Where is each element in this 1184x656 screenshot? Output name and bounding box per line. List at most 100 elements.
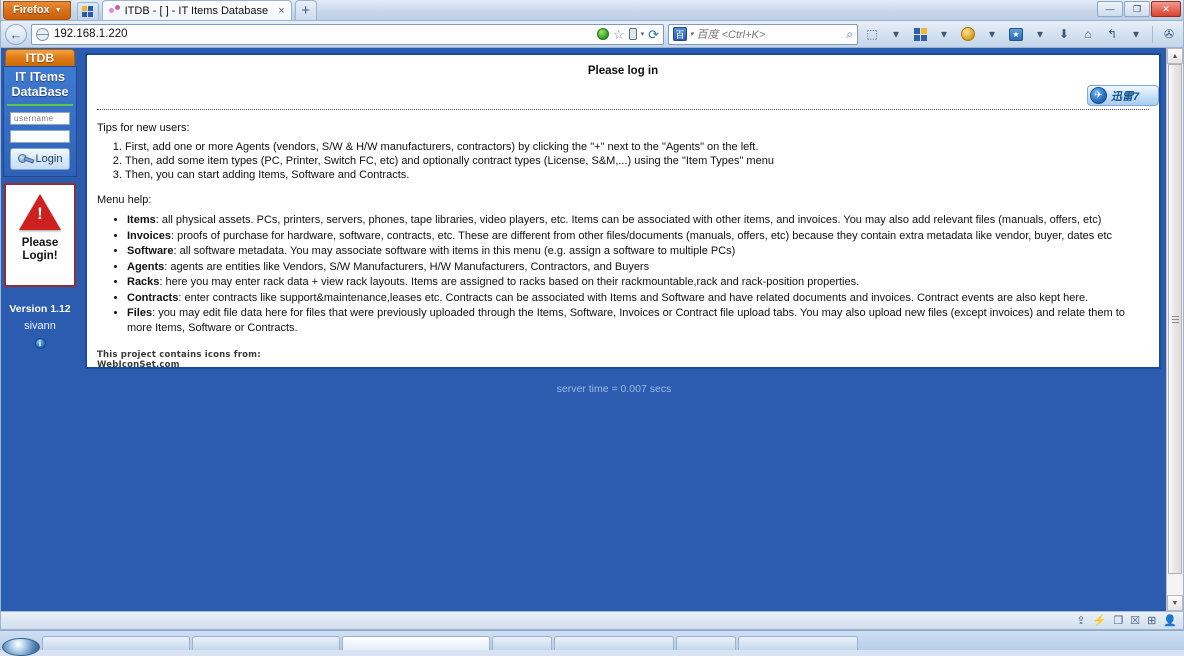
term: Invoices: [127, 230, 171, 242]
list-item: Invoices: proofs of purchase for hardwar…: [127, 229, 1149, 244]
page-title: Please log in: [97, 65, 1149, 77]
chevron-down-icon-1[interactable]: ▾: [886, 24, 906, 45]
chevron-down-icon-5[interactable]: ▾: [1126, 24, 1146, 45]
list-item: Items: all physical assets. PCs, printer…: [127, 213, 1149, 228]
scrollbar-track[interactable]: [1167, 64, 1183, 595]
list-item: Contracts: enter contracts like support&…: [127, 291, 1149, 306]
tips-list: First, add one or more Agents (vendors, …: [97, 140, 1149, 182]
lightning-icon[interactable]: ⚡: [1093, 614, 1107, 627]
share-icon[interactable]: ⇪: [1076, 614, 1085, 627]
taskbar-item[interactable]: [492, 636, 552, 650]
chevron-down-icon[interactable]: ▾: [690, 31, 694, 38]
term: Files: [127, 307, 152, 319]
brand-title-line1: IT ITems: [6, 70, 74, 85]
back-button[interactable]: ←: [5, 24, 27, 45]
screenshot-icon[interactable]: ⬚: [862, 24, 882, 45]
tab-title: ITDB - [ ] - IT Items Database: [125, 5, 272, 17]
chevron-down-icon-3[interactable]: ▾: [982, 24, 1002, 45]
search-icon[interactable]: ⌕: [846, 27, 853, 42]
taskbar-item[interactable]: [192, 636, 340, 650]
window-controls: — ❐ ✕: [1097, 1, 1181, 17]
taskbar-item[interactable]: [676, 636, 736, 650]
login-panel: Please log in ✈ 迅雷7 Tips for new users: …: [85, 53, 1161, 369]
taskbar-item[interactable]: [42, 636, 190, 650]
xunlei-download-widget[interactable]: ✈ 迅雷7: [1087, 85, 1159, 106]
login-form: Login: [6, 106, 74, 170]
scrollbar-thumb[interactable]: [1168, 64, 1182, 574]
camera-icon[interactable]: ⊞: [1147, 614, 1156, 627]
info-icon[interactable]: i: [35, 338, 46, 349]
page-scrollbar[interactable]: ▲ ▼: [1166, 48, 1183, 611]
list-item: Agents: agents are entities like Vendors…: [127, 260, 1149, 275]
address-bar[interactable]: 192.168.1.220 ☆ ▾ ⟳: [31, 24, 664, 45]
desc: : agents are entities like Vendors, S/W …: [164, 261, 649, 273]
taskbar-item[interactable]: [554, 636, 674, 650]
navigation-toolbar: ← 192.168.1.220 ☆ ▾ ⟳ 百 ▾ 百度 <Ctrl+K> ⌕ …: [1, 21, 1183, 48]
menu-help-list: Items: all physical assets. PCs, printer…: [97, 213, 1149, 335]
search-placeholder: 百度 <Ctrl+K>: [697, 26, 844, 42]
taskbar-item[interactable]: [738, 636, 858, 650]
app-sidebar: ITDB IT ITems DataBase Login Please: [1, 48, 79, 611]
list-item: Racks: here you may enter rack data + vi…: [127, 275, 1149, 290]
new-tab-button[interactable]: +: [295, 0, 317, 20]
shield-icon[interactable]: [958, 24, 978, 45]
chevron-down-icon-4[interactable]: ▾: [1030, 24, 1050, 45]
download-icon[interactable]: ⬇: [1054, 24, 1074, 45]
server-time: server time = 0.007 secs: [85, 383, 1161, 395]
username-input[interactable]: [10, 112, 70, 125]
close-icon[interactable]: ×: [276, 5, 286, 17]
firefox-app-button[interactable]: Firefox ▼: [3, 1, 71, 20]
chat-icon[interactable]: ✇: [1159, 24, 1179, 45]
reload-icon[interactable]: ⟳: [648, 28, 659, 41]
search-box[interactable]: 百 ▾ 百度 <Ctrl+K> ⌕: [668, 24, 858, 45]
scroll-down-button[interactable]: ▼: [1167, 595, 1183, 611]
main-content: Please log in ✈ 迅雷7 Tips for new users: …: [79, 48, 1183, 611]
grip-icon: [1172, 316, 1179, 323]
password-input[interactable]: [10, 130, 70, 143]
chevron-down-icon: ▼: [55, 7, 62, 14]
chevron-down-icon[interactable]: ▾: [641, 31, 645, 38]
home-icon[interactable]: ⌂: [1078, 24, 1098, 45]
apps-grid-icon[interactable]: [910, 24, 930, 45]
term: Racks: [127, 276, 159, 288]
firefox-app-label: Firefox: [13, 5, 50, 16]
browser-tab[interactable]: ITDB - [ ] - IT Items Database ×: [102, 0, 292, 20]
chevron-down-icon-2[interactable]: ▾: [934, 24, 954, 45]
bookmark-box-icon[interactable]: ★: [1006, 24, 1026, 45]
baidu-engine-icon[interactable]: 百: [673, 27, 687, 41]
desc: : you may edit file data here for files …: [127, 307, 1125, 334]
list-item: Then, you can start adding Items, Softwa…: [125, 168, 1149, 182]
start-button[interactable]: [2, 638, 40, 656]
restore-button[interactable]: ❐: [1124, 1, 1150, 17]
close-window-button[interactable]: ✕: [1151, 1, 1181, 17]
scroll-up-button[interactable]: ▲: [1167, 48, 1183, 64]
browser-window: Firefox ▼ ITDB - [ ] - IT Items Database…: [0, 0, 1184, 630]
user-icon[interactable]: 👤: [1163, 614, 1177, 627]
copy-icon[interactable]: ❐: [1113, 614, 1123, 627]
term: Contracts: [127, 292, 178, 304]
desc: : enter contracts like support&maintenan…: [178, 292, 1088, 304]
green-orb-icon[interactable]: [597, 28, 609, 40]
star-icon[interactable]: ☆: [613, 28, 625, 41]
version-block: Version 1.12 sivann i: [1, 303, 79, 349]
list-item: Software: all software metadata. You may…: [127, 244, 1149, 259]
alert-line-1: Please: [22, 237, 58, 250]
tab-strip: Firefox ▼ ITDB - [ ] - IT Items Database…: [1, 0, 1183, 21]
history-back-icon[interactable]: ↰: [1102, 24, 1122, 45]
tab-list-icon[interactable]: [77, 2, 99, 20]
section-divider: [97, 109, 1149, 110]
term: Software: [127, 245, 173, 257]
tips-heading: Tips for new users:: [97, 122, 1149, 134]
key-icon: [18, 153, 32, 165]
author-label: sivann: [1, 320, 79, 332]
version-label: Version 1.12: [1, 303, 79, 315]
phone-icon[interactable]: [629, 28, 637, 40]
list-item: First, add one or more Agents (vendors, …: [125, 140, 1149, 154]
login-button[interactable]: Login: [10, 148, 70, 170]
desc: : all physical assets. PCs, printers, se…: [156, 214, 1102, 226]
desc: : here you may enter rack data + view ra…: [159, 276, 859, 288]
windows-taskbar: [0, 630, 1184, 650]
nurse-icon[interactable]: ☒: [1130, 614, 1140, 627]
minimize-button[interactable]: —: [1097, 1, 1123, 17]
taskbar-item-active[interactable]: [342, 636, 490, 650]
